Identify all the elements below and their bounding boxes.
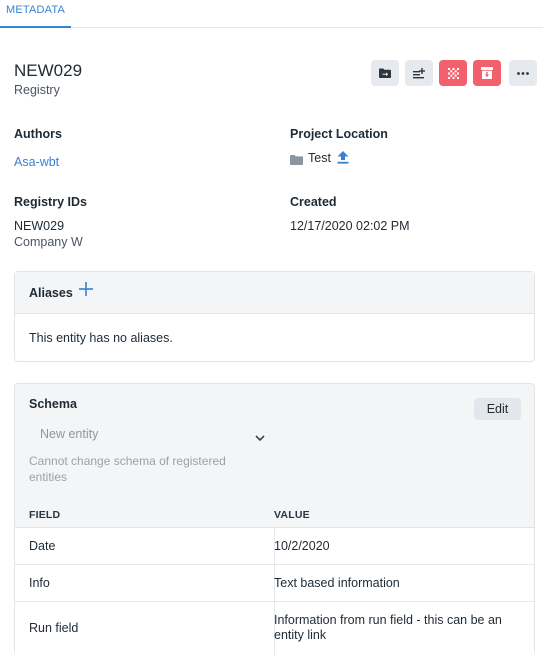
more-options-icon: [517, 71, 529, 75]
aliases-panel: Aliases This entity has no aliases.: [14, 271, 535, 362]
folder-icon: [290, 153, 303, 168]
move-to-folder-icon: [379, 68, 391, 78]
authors-label: Authors: [14, 127, 62, 141]
aliases-header: Aliases: [15, 272, 534, 314]
aliases-empty-text: This entity has no aliases.: [29, 331, 173, 345]
row-value: Information from run field - this can be…: [274, 613, 502, 642]
registry-ids-label: Registry IDs: [14, 195, 87, 209]
table-row: Date 10/2/2020: [15, 528, 534, 565]
project-location-label: Project Location: [290, 127, 388, 141]
unregister-button[interactable]: [439, 60, 467, 86]
sort-add-button[interactable]: [405, 60, 433, 86]
registry-id: NEW029: [14, 219, 65, 233]
tab-bar: METADATA: [0, 0, 543, 28]
table-row: Run field Information from run field - t…: [15, 602, 534, 655]
row-field: Info: [29, 576, 50, 590]
column-header-value: VALUE: [274, 509, 310, 521]
chevron-down-icon: [255, 430, 265, 445]
entity-type: Registry: [14, 83, 60, 97]
grid-dots-icon: [447, 67, 459, 79]
schema-edit-button[interactable]: Edit: [474, 398, 521, 420]
entity-actions: [371, 60, 537, 86]
schema-note: Cannot change schema of registered entit…: [29, 454, 226, 484]
schema-title: Schema: [29, 397, 77, 411]
column-header-field: FIELD: [29, 509, 61, 521]
archive-button[interactable]: [473, 60, 501, 86]
row-field: Run field: [29, 621, 79, 635]
move-to-folder-button[interactable]: [371, 60, 399, 86]
aliases-title: Aliases: [29, 286, 73, 300]
upload-icon[interactable]: [337, 151, 349, 167]
schema-select-value: New entity: [40, 427, 99, 441]
registry-company: Company W: [14, 235, 83, 249]
tab-metadata[interactable]: METADATA: [0, 0, 72, 28]
created-value: 12/17/2020 02:02 PM: [290, 219, 410, 233]
project-location-link[interactable]: Test: [308, 151, 331, 165]
sort-add-icon: [413, 67, 425, 78]
schema-fields-table: FIELD VALUE Date 10/2/2020 Info Text bas…: [15, 498, 534, 655]
table-header: FIELD VALUE: [15, 498, 534, 528]
archive-icon: [481, 67, 493, 79]
row-field: Date: [29, 539, 56, 553]
schema-select[interactable]: New entity: [29, 420, 269, 446]
table-row: Info Text based information: [15, 565, 534, 602]
schema-panel: Schema Edit New entity Cannot change sch…: [14, 383, 535, 655]
created-label: Created: [290, 195, 337, 209]
entity-title: NEW029: [14, 61, 83, 80]
author-link[interactable]: Asa-wbt: [14, 155, 59, 169]
row-value: 10/2/2020: [274, 539, 330, 553]
add-alias-icon[interactable]: [79, 282, 93, 299]
more-options-button[interactable]: [509, 60, 537, 86]
row-value: Text based information: [274, 576, 400, 590]
